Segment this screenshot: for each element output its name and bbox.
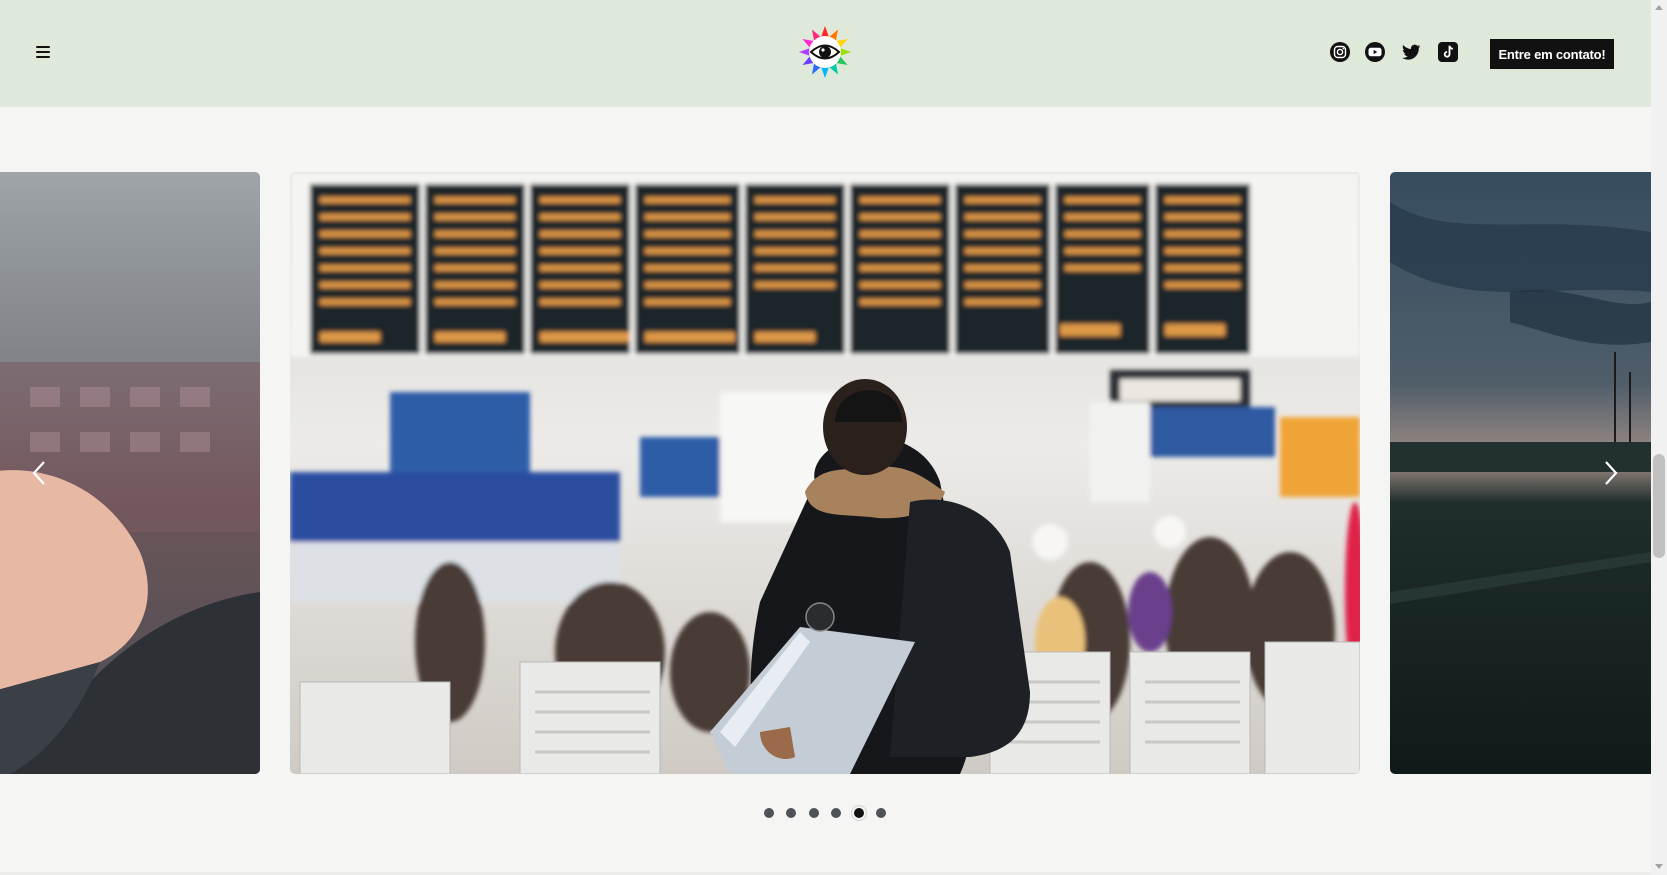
site-header: Entre em contato!: [0, 0, 1651, 107]
carousel-pagination: [0, 808, 1651, 820]
twitter-icon[interactable]: [1400, 41, 1422, 63]
carousel-dot-2[interactable]: [786, 808, 796, 818]
scroll-down-arrow-icon[interactable]: [1655, 864, 1663, 869]
rainbow-eye-logo-icon[interactable]: [799, 26, 851, 78]
contact-button[interactable]: Entre em contato!: [1490, 39, 1614, 69]
carousel-dot-5[interactable]: [854, 808, 864, 818]
scrollbar-track[interactable]: [1651, 0, 1667, 875]
instagram-icon[interactable]: [1329, 41, 1351, 63]
carousel-dot-4[interactable]: [831, 808, 841, 818]
youtube-icon[interactable]: [1364, 41, 1386, 63]
hamburger-menu-icon[interactable]: [36, 46, 50, 58]
carousel-prev-arrow-icon[interactable]: [26, 458, 54, 488]
carousel-dot-3[interactable]: [809, 808, 819, 818]
carousel-slide-current[interactable]: [290, 172, 1360, 774]
tiktok-icon[interactable]: [1437, 41, 1459, 63]
scroll-up-arrow-icon[interactable]: [1655, 5, 1663, 10]
scrollbar-thumb[interactable]: [1653, 454, 1665, 558]
carousel-dot-6[interactable]: [876, 808, 886, 818]
carousel-dot-1[interactable]: [764, 808, 774, 818]
carousel-next-arrow-icon[interactable]: [1596, 458, 1624, 488]
